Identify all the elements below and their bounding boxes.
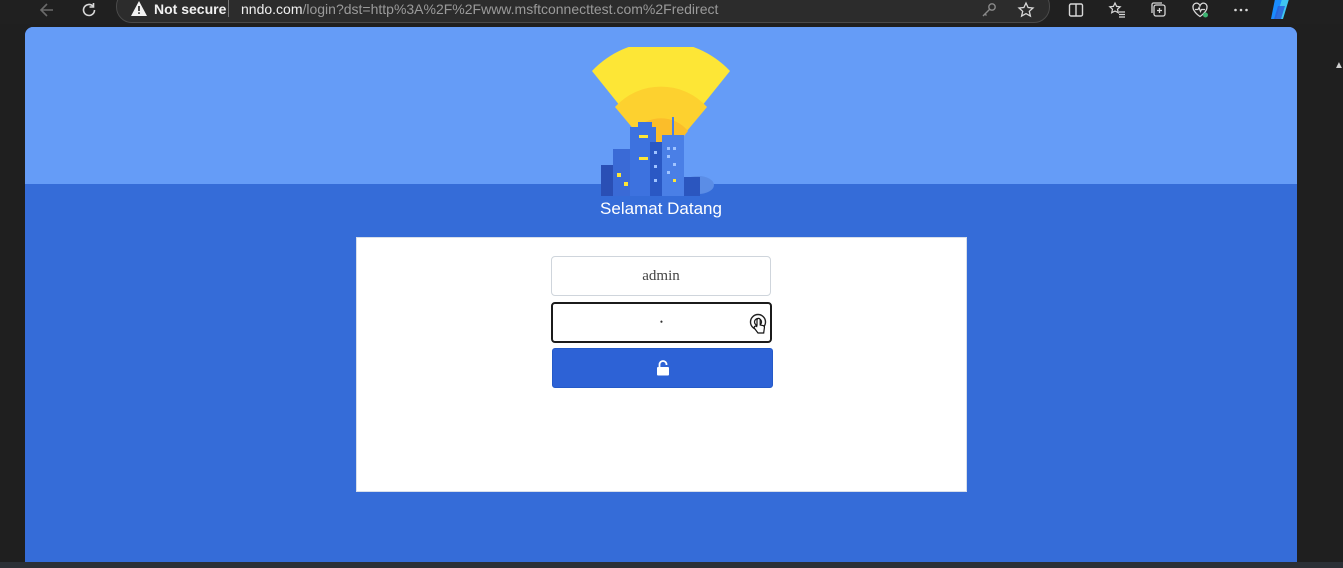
key-icon: [982, 3, 996, 17]
address-separator: [228, 0, 229, 17]
split-screen-icon: [1068, 3, 1084, 17]
split-screen-button[interactable]: [1065, 0, 1087, 20]
reload-button[interactable]: [76, 0, 102, 20]
show-password-icon[interactable]: [747, 313, 771, 341]
browser-sidebar-area: [1300, 24, 1343, 568]
city-wifi-logo: [592, 47, 730, 196]
password-key-button[interactable]: [978, 0, 1000, 20]
collections-button[interactable]: [1148, 0, 1170, 20]
taskbar-edge: [0, 562, 1343, 568]
scroll-up-arrow[interactable]: ▲: [1334, 60, 1343, 71]
copilot-icon[interactable]: [1268, 0, 1292, 20]
password-mask: •: [659, 317, 664, 327]
back-button[interactable]: [34, 0, 60, 20]
back-icon: [39, 3, 53, 17]
url-path: /login?dst=http%3A%2F%2Fwww.msftconnectt…: [302, 1, 719, 17]
security-status[interactable]: Not secure: [154, 1, 226, 17]
favorite-star-icon: [1017, 1, 1035, 18]
password-field[interactable]: •: [551, 302, 772, 343]
favorites-icon: [1108, 1, 1125, 18]
lock-icon: [656, 360, 669, 376]
more-button[interactable]: [1230, 0, 1252, 20]
username-field[interactable]: admin: [551, 256, 771, 296]
url-text[interactable]: nndo.com/login?dst=http%3A%2F%2Fwww.msft…: [241, 1, 718, 17]
reload-icon: [82, 3, 96, 17]
collections-icon: [1151, 2, 1166, 17]
favorite-button[interactable]: [1015, 0, 1037, 20]
login-card: admin •: [356, 237, 967, 492]
url-host: nndo.com: [241, 1, 303, 17]
browser-toolbar: Not secure nndo.com/login?dst=http%3A%2F…: [0, 0, 1343, 24]
login-button[interactable]: [552, 348, 773, 388]
login-page: Selamat Datang admin •: [25, 27, 1297, 562]
browser-essentials-button[interactable]: [1189, 0, 1211, 20]
browser-essentials-icon: [1192, 2, 1208, 18]
warning-icon: [131, 1, 147, 16]
welcome-heading: Selamat Datang: [600, 199, 722, 218]
favorites-button[interactable]: [1106, 0, 1128, 20]
more-icon: [1234, 8, 1248, 12]
